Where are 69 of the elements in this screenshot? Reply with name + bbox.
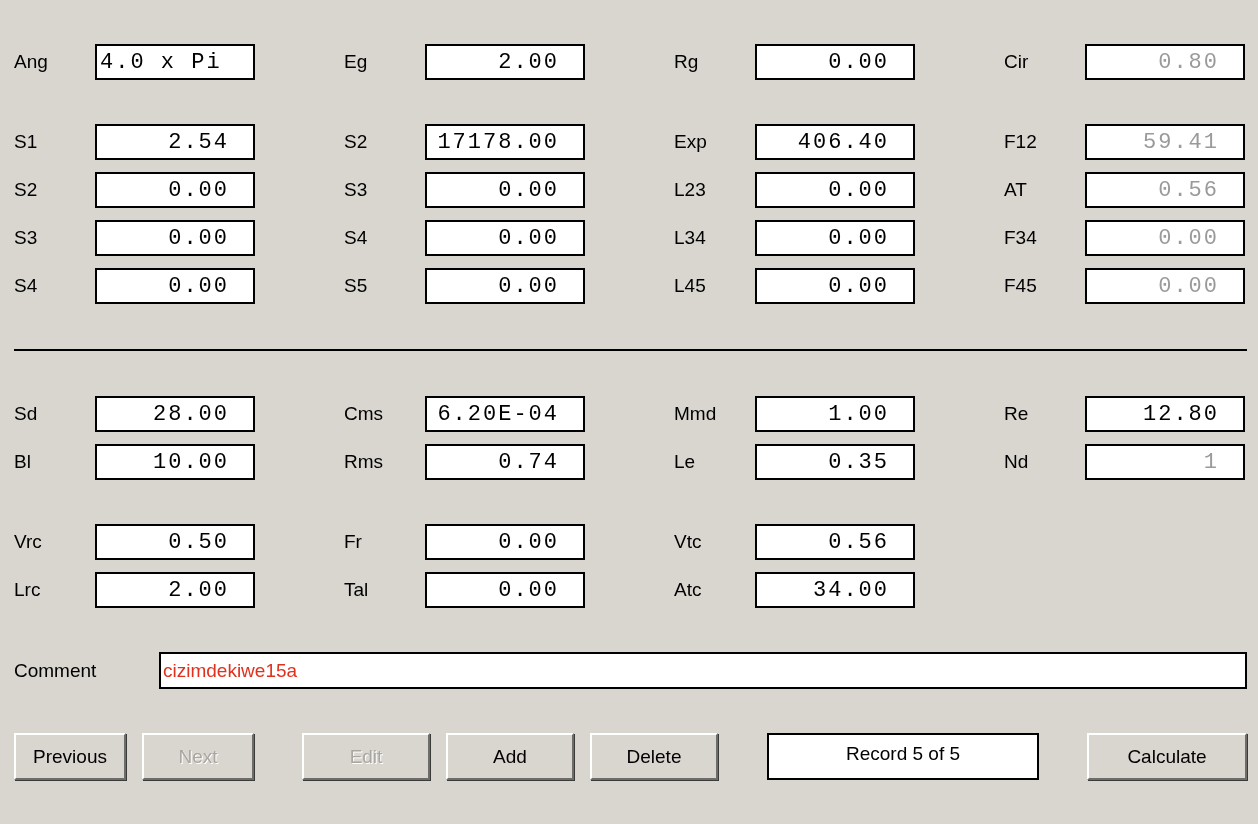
field-label: F34 bbox=[1004, 227, 1038, 249]
input-field[interactable]: 34.00 bbox=[755, 572, 915, 608]
field-label: Mmd bbox=[674, 403, 718, 425]
input-field[interactable]: 0.00 bbox=[425, 220, 585, 256]
field-label: S4 bbox=[14, 275, 39, 297]
field-label: S3 bbox=[344, 179, 369, 201]
delete-button[interactable]: Delete bbox=[590, 733, 718, 780]
input-field[interactable]: 0.35 bbox=[755, 444, 915, 480]
input-field[interactable]: 0.00 bbox=[755, 44, 915, 80]
field-label: Lrc bbox=[14, 579, 42, 601]
input-field[interactable]: 0.00 bbox=[755, 268, 915, 304]
input-field[interactable]: 0.56 bbox=[755, 524, 915, 560]
field-label: Vtc bbox=[674, 531, 703, 553]
previous-button[interactable]: Previous bbox=[14, 733, 126, 780]
field-label: Tal bbox=[344, 579, 370, 601]
field-label: Exp bbox=[674, 131, 708, 153]
input-field[interactable]: 1.00 bbox=[755, 396, 915, 432]
input-field[interactable]: 0.00 bbox=[755, 220, 915, 256]
field-label: S1 bbox=[14, 131, 39, 153]
input-field[interactable]: 10.00 bbox=[95, 444, 255, 480]
field-label: Cms bbox=[344, 403, 385, 425]
field-label: Rms bbox=[344, 451, 385, 473]
field-label: Ang bbox=[14, 51, 49, 73]
field-label: S5 bbox=[344, 275, 369, 297]
field-label: F12 bbox=[1004, 131, 1038, 153]
input-field[interactable]: 0.00 bbox=[425, 524, 585, 560]
field-label: Fr bbox=[344, 531, 363, 553]
field-label: L45 bbox=[674, 275, 707, 297]
field-label: S3 bbox=[14, 227, 39, 249]
input-field[interactable]: 6.20E-04 bbox=[425, 396, 585, 432]
input-field[interactable]: 0.00 bbox=[425, 572, 585, 608]
input-field[interactable]: 0.00 bbox=[95, 172, 255, 208]
input-field[interactable]: 0.74 bbox=[425, 444, 585, 480]
field-label: Atc bbox=[674, 579, 703, 601]
add-button[interactable]: Add bbox=[446, 733, 574, 780]
field-label: Nd bbox=[1004, 451, 1030, 473]
field-label: Eg bbox=[344, 51, 369, 73]
input-field[interactable]: 0.00 bbox=[755, 172, 915, 208]
input-field[interactable]: 406.40 bbox=[755, 124, 915, 160]
input-field[interactable]: 0.00 bbox=[425, 268, 585, 304]
input-field[interactable]: 0.50 bbox=[95, 524, 255, 560]
calculate-button[interactable]: Calculate bbox=[1087, 733, 1247, 780]
field-label: Bl bbox=[14, 451, 32, 473]
field-label: L34 bbox=[674, 227, 707, 249]
field-label: S2 bbox=[14, 179, 39, 201]
field-label: S4 bbox=[344, 227, 369, 249]
comment-label: Comment bbox=[14, 659, 98, 682]
input-field[interactable]: 4.0 x Pi bbox=[95, 44, 255, 80]
input-field[interactable]: 2.00 bbox=[425, 44, 585, 80]
input-field[interactable]: 12.80 bbox=[1085, 396, 1245, 432]
input-field[interactable]: 2.54 bbox=[95, 124, 255, 160]
input-field[interactable]: 17178.00 bbox=[425, 124, 585, 160]
field-label: Le bbox=[674, 451, 697, 473]
field-label: AT bbox=[1004, 179, 1028, 201]
input-field[interactable]: 2.00 bbox=[95, 572, 255, 608]
field-label: Cir bbox=[1004, 51, 1030, 73]
comment-field[interactable]: cizimdekiwe15a bbox=[159, 652, 1247, 689]
field-label: Sd bbox=[14, 403, 39, 425]
input-field[interactable]: 0.00 bbox=[425, 172, 585, 208]
field-label: Rg bbox=[674, 51, 700, 73]
record-counter: Record 5 of 5 bbox=[767, 733, 1039, 780]
input-field[interactable]: 28.00 bbox=[95, 396, 255, 432]
field-label: Re bbox=[1004, 403, 1030, 425]
input-field[interactable]: 0.00 bbox=[95, 268, 255, 304]
field-label: S2 bbox=[344, 131, 369, 153]
field-label: Vrc bbox=[14, 531, 43, 553]
input-field[interactable]: 0.00 bbox=[95, 220, 255, 256]
field-label: L23 bbox=[674, 179, 707, 201]
field-label: F45 bbox=[1004, 275, 1038, 297]
